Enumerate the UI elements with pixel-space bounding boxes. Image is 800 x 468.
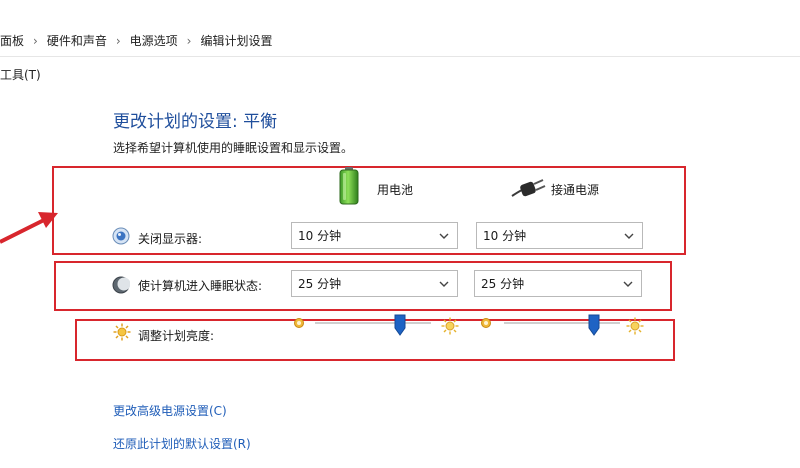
column-header-battery: 用电池 bbox=[377, 183, 414, 197]
restore-defaults-link[interactable]: 还原此计划的默认设置(R) bbox=[113, 435, 251, 452]
brightness-high-icon bbox=[626, 317, 644, 335]
select-value: 10 分钟 bbox=[483, 229, 527, 243]
chevron-down-icon bbox=[439, 233, 449, 239]
chevron-down-icon bbox=[439, 281, 449, 287]
breadcrumb: 面板 › 硬件和声音 › 电源选项 › 编辑计划设置 bbox=[0, 32, 273, 49]
chevron-right-icon: › bbox=[186, 33, 192, 48]
display-plugged-select[interactable]: 10 分钟 bbox=[476, 222, 643, 249]
breadcrumb-item-control-panel[interactable]: 面板 bbox=[0, 32, 24, 49]
chevron-right-icon: › bbox=[115, 33, 121, 48]
menu-tools[interactable]: 工具(T) bbox=[0, 66, 41, 83]
slider-thumb[interactable] bbox=[394, 314, 406, 336]
advanced-power-settings-link[interactable]: 更改高级电源设置(C) bbox=[113, 402, 227, 419]
brightness-sun-icon bbox=[113, 323, 131, 341]
brightness-plugged-slider[interactable] bbox=[480, 314, 645, 342]
slider-thumb[interactable] bbox=[588, 314, 600, 336]
battery-icon bbox=[339, 167, 359, 205]
brightness-high-icon bbox=[441, 317, 459, 335]
chevron-down-icon bbox=[623, 281, 633, 287]
chevron-right-icon: › bbox=[33, 33, 38, 48]
breadcrumb-item-power-options[interactable]: 电源选项 bbox=[130, 32, 178, 49]
select-value: 25 分钟 bbox=[298, 277, 342, 291]
sleep-plugged-select[interactable]: 25 分钟 bbox=[474, 270, 642, 297]
breadcrumb-item-hardware-sound[interactable]: 硬件和声音 bbox=[47, 32, 107, 49]
page-subtitle: 选择希望计算机使用的睡眠设置和显示设置。 bbox=[113, 141, 354, 155]
setting-label-brightness: 调整计划亮度: bbox=[138, 329, 215, 343]
brightness-low-icon bbox=[481, 318, 491, 328]
select-value: 10 分钟 bbox=[298, 229, 342, 243]
power-plug-icon bbox=[511, 179, 546, 197]
brightness-battery-slider[interactable] bbox=[293, 314, 459, 342]
moon-icon bbox=[112, 276, 130, 294]
column-header-plugged: 接通电源 bbox=[551, 183, 600, 197]
address-bar: 面板 › 硬件和声音 › 电源选项 › 编辑计划设置 bbox=[0, 0, 800, 57]
page-title: 更改计划的设置: 平衡 bbox=[113, 112, 278, 132]
setting-label-sleep: 使计算机进入睡眠状态: bbox=[138, 279, 263, 293]
setting-label-display: 关闭显示器: bbox=[138, 232, 203, 246]
display-battery-select[interactable]: 10 分钟 bbox=[291, 222, 458, 249]
slider-track bbox=[504, 322, 620, 324]
sleep-battery-select[interactable]: 25 分钟 bbox=[291, 270, 458, 297]
select-value: 25 分钟 bbox=[481, 277, 525, 291]
slider-track bbox=[315, 322, 431, 324]
monitor-icon bbox=[112, 227, 130, 245]
breadcrumb-item-edit-plan[interactable]: 编辑计划设置 bbox=[200, 32, 272, 49]
chevron-down-icon bbox=[624, 233, 634, 239]
brightness-low-icon bbox=[294, 318, 304, 328]
